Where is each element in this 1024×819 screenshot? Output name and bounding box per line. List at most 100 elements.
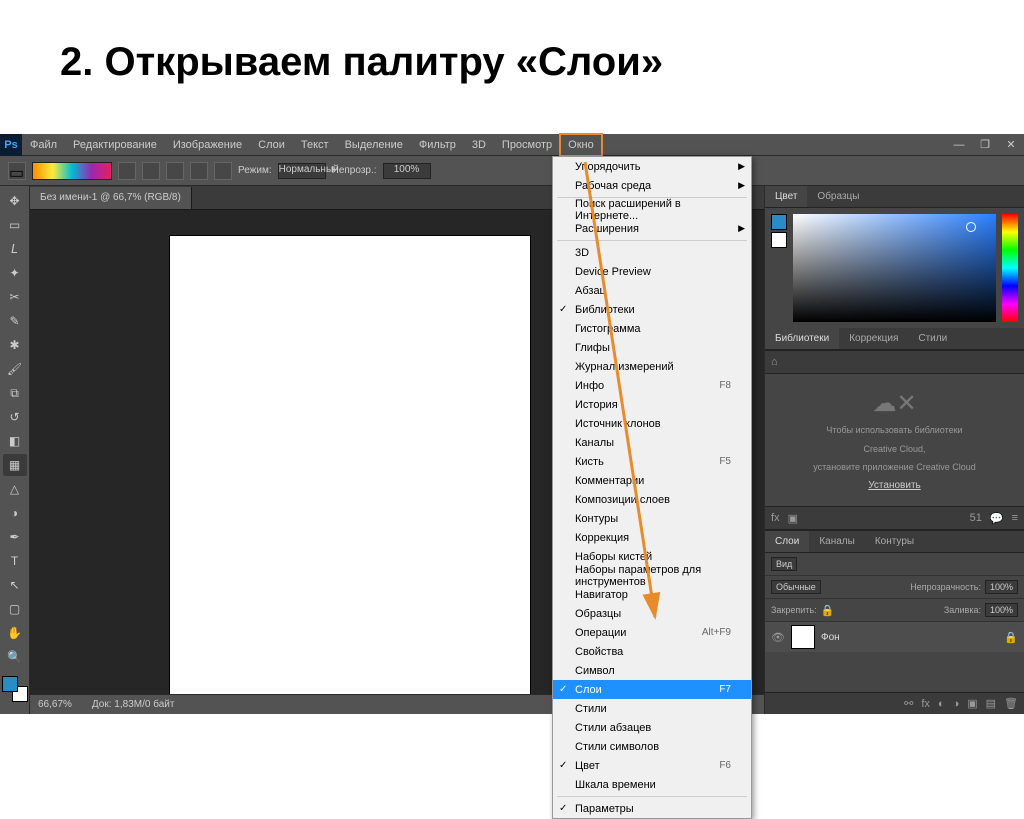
heal-tool[interactable]: ✱ bbox=[3, 334, 27, 356]
gradient-angle-icon[interactable] bbox=[166, 162, 184, 180]
menuitem-стили-абзацев[interactable]: Стили абзацев bbox=[553, 718, 751, 737]
menuitem-гистограмма[interactable]: Гистограмма bbox=[553, 319, 751, 338]
opacity-input[interactable]: 100% bbox=[383, 163, 431, 179]
new-layer-icon[interactable]: ▤ bbox=[986, 697, 996, 710]
layer-mask-icon[interactable]: ◐ bbox=[938, 698, 945, 710]
mask-icon[interactable]: ▣ bbox=[788, 512, 798, 525]
menuitem-device-preview[interactable]: Device Preview bbox=[553, 262, 751, 281]
tool-preset-icon[interactable]: ▭ bbox=[8, 162, 26, 180]
shape-tool[interactable]: ▢ bbox=[3, 598, 27, 620]
channels-tab[interactable]: Каналы bbox=[809, 531, 865, 552]
comments-icon[interactable]: 💬 bbox=[990, 512, 1004, 525]
menuitem-шкала-времени[interactable]: Шкала времени bbox=[553, 775, 751, 794]
menu-текст[interactable]: Текст bbox=[293, 134, 337, 156]
canvas[interactable] bbox=[170, 236, 530, 696]
gradient-diamond-icon[interactable] bbox=[214, 162, 232, 180]
menuitem-стили-символов[interactable]: Стили символов bbox=[553, 737, 751, 756]
maximize-button[interactable]: ❐ bbox=[972, 136, 998, 154]
menuitem-поиск-расширений-в-интернете...[interactable]: Поиск расширений в Интернете... bbox=[553, 200, 751, 219]
menuitem-стили[interactable]: Стили bbox=[553, 699, 751, 718]
fgbg-large[interactable] bbox=[771, 214, 787, 322]
menuitem-операции[interactable]: ОперацииAlt+F9 bbox=[553, 623, 751, 642]
move-tool[interactable]: ✥ bbox=[3, 190, 27, 212]
layers-tab[interactable]: Слои bbox=[765, 531, 809, 552]
menuitem-3d[interactable]: 3D bbox=[553, 243, 751, 262]
menuitem-журнал-измерений[interactable]: Журнал измерений bbox=[553, 357, 751, 376]
eyedropper-tool[interactable]: ✎ bbox=[3, 310, 27, 332]
mode-select[interactable]: Нормальный bbox=[278, 163, 326, 179]
hue-slider[interactable] bbox=[1002, 214, 1018, 322]
minimize-button[interactable]: — bbox=[946, 136, 972, 154]
menuitem-рабочая-среда[interactable]: Рабочая среда▶ bbox=[553, 176, 751, 195]
menuitem-навигатор[interactable]: Навигатор bbox=[553, 585, 751, 604]
blur-tool[interactable]: △ bbox=[3, 478, 27, 500]
type-tool[interactable]: T bbox=[3, 550, 27, 572]
lock-all-icon[interactable]: 🔒 bbox=[821, 604, 835, 617]
zoom-level[interactable]: 66,67% bbox=[38, 699, 72, 710]
menu-выделение[interactable]: Выделение bbox=[337, 134, 411, 156]
menu-окно[interactable]: Окно bbox=[560, 134, 602, 156]
marquee-tool[interactable]: ▭ bbox=[3, 214, 27, 236]
history-icon[interactable]: 51 bbox=[970, 512, 982, 524]
menuitem-упорядочить[interactable]: Упорядочить▶ bbox=[553, 157, 751, 176]
color-tab[interactable]: Цвет bbox=[765, 186, 807, 207]
fill-value[interactable]: 100% bbox=[985, 603, 1018, 617]
menu-просмотр[interactable]: Просмотр bbox=[494, 134, 560, 156]
wand-tool[interactable]: ✦ bbox=[3, 262, 27, 284]
layer-name[interactable]: Фон bbox=[821, 632, 840, 643]
kind-filter[interactable]: Вид bbox=[771, 557, 797, 571]
menuitem-инфо[interactable]: ИнфоF8 bbox=[553, 376, 751, 395]
libraries-tab[interactable]: Библиотеки bbox=[765, 328, 839, 349]
zoom-tool[interactable]: 🔍 bbox=[3, 646, 27, 668]
layer-opacity[interactable]: 100% bbox=[985, 580, 1018, 594]
menu-редактирование[interactable]: Редактирование bbox=[65, 134, 165, 156]
menuitem-глифы[interactable]: Глифы bbox=[553, 338, 751, 357]
gradient-linear-icon[interactable] bbox=[118, 162, 136, 180]
history-brush-tool[interactable]: ↺ bbox=[3, 406, 27, 428]
close-button[interactable]: ✕ bbox=[998, 136, 1024, 154]
menuitem-композиции-слоев[interactable]: Композиции слоев bbox=[553, 490, 751, 509]
adjustments-tab[interactable]: Коррекция bbox=[839, 328, 908, 349]
menu-слои[interactable]: Слои bbox=[250, 134, 293, 156]
fx-icon[interactable]: fx bbox=[771, 512, 780, 524]
path-tool[interactable]: ↖ bbox=[3, 574, 27, 596]
menuitem-свойства[interactable]: Свойства bbox=[553, 642, 751, 661]
dodge-tool[interactable]: ◑ bbox=[3, 502, 27, 524]
menu-файл[interactable]: Файл bbox=[22, 134, 65, 156]
menu-изображение[interactable]: Изображение bbox=[165, 134, 250, 156]
menuitem-параметры[interactable]: ✓Параметры bbox=[553, 799, 751, 818]
menuitem-каналы[interactable]: Каналы bbox=[553, 433, 751, 452]
gradient-reflected-icon[interactable] bbox=[190, 162, 208, 180]
menu-фильтр[interactable]: Фильтр bbox=[411, 134, 464, 156]
brush-tool[interactable]: 🖌 bbox=[3, 358, 27, 380]
menuitem-контуры[interactable]: Контуры bbox=[553, 509, 751, 528]
lib-home-icon[interactable]: ⌂ bbox=[771, 356, 778, 368]
menu-icon[interactable]: ≡ bbox=[1012, 512, 1018, 524]
stamp-tool[interactable]: ⧉ bbox=[3, 382, 27, 404]
menuitem-образцы[interactable]: Образцы bbox=[553, 604, 751, 623]
menuitem-коррекция[interactable]: Коррекция bbox=[553, 528, 751, 547]
menuitem-слои[interactable]: ✓СлоиF7 bbox=[553, 680, 751, 699]
lasso-tool[interactable]: 𝘓 bbox=[3, 238, 27, 260]
document-tab[interactable]: Без имени-1 @ 66,7% (RGB/8) bbox=[30, 187, 192, 209]
delete-layer-icon[interactable]: 🗑 bbox=[1004, 697, 1018, 710]
menuitem-абзац[interactable]: Абзац bbox=[553, 281, 751, 300]
visibility-icon[interactable]: 👁 bbox=[771, 631, 785, 644]
menuitem-символ[interactable]: Символ bbox=[553, 661, 751, 680]
gradient-radial-icon[interactable] bbox=[142, 162, 160, 180]
menuitem-источник-клонов[interactable]: Источник клонов bbox=[553, 414, 751, 433]
menuitem-комментарии[interactable]: Комментарии bbox=[553, 471, 751, 490]
menuitem-наборы-параметров-для-инструментов[interactable]: Наборы параметров для инструментов bbox=[553, 566, 751, 585]
menuitem-кисть[interactable]: КистьF5 bbox=[553, 452, 751, 471]
layer-row[interactable]: 👁 Фон 🔒 bbox=[765, 622, 1024, 652]
crop-tool[interactable]: ✂ bbox=[3, 286, 27, 308]
foreground-background-swatch[interactable] bbox=[2, 676, 28, 702]
hand-tool[interactable]: ✋ bbox=[3, 622, 27, 644]
color-field[interactable] bbox=[793, 214, 996, 322]
menuitem-цвет[interactable]: ✓ЦветF6 bbox=[553, 756, 751, 775]
gradient-preview[interactable] bbox=[32, 162, 112, 180]
adjustment-layer-icon[interactable]: ◑ bbox=[953, 698, 960, 710]
install-link[interactable]: Установить bbox=[868, 480, 921, 491]
layer-thumbnail[interactable] bbox=[791, 625, 815, 649]
group-icon[interactable]: ▣ bbox=[967, 697, 977, 710]
